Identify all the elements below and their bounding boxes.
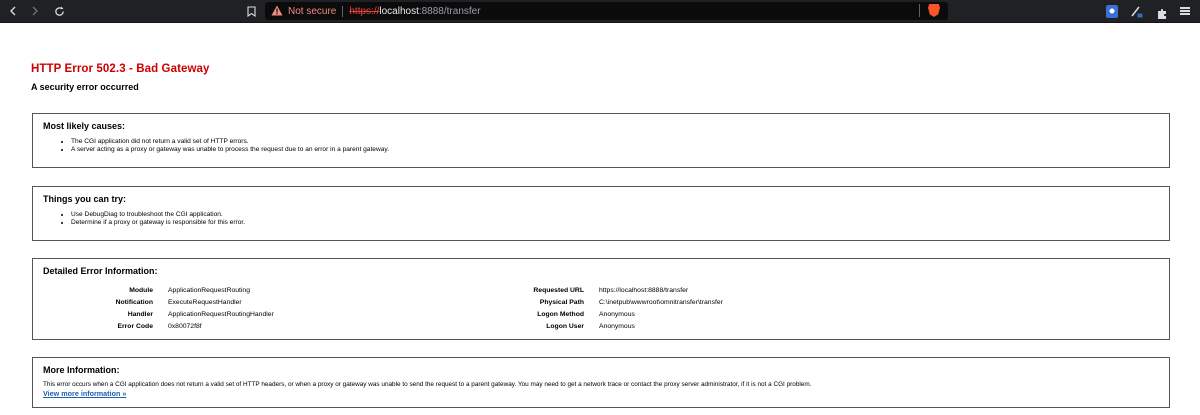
not-secure-label[interactable]: Not secure: [288, 6, 336, 17]
detail-value: C:\inetpub\wwwroot\omnitransfer\transfer: [599, 299, 723, 306]
detail-table-right: Requested URL https://localhost:8888/tra…: [483, 285, 723, 333]
browser-menu-icon[interactable]: [1180, 5, 1190, 17]
causes-heading: Most likely causes:: [43, 121, 126, 131]
detail-row-module: Module ApplicationRequestRouting: [43, 285, 274, 297]
address-separator: [342, 5, 344, 17]
detail-value: ExecuteRequestHandler: [168, 299, 242, 306]
detail-table-left: Module ApplicationRequestRouting Notific…: [43, 285, 274, 333]
detail-key: Module: [129, 287, 153, 294]
warning-triangle-icon: [271, 5, 283, 17]
extension-shield-icon[interactable]: [1106, 4, 1118, 18]
more-info-heading: More Information:: [43, 365, 120, 375]
forward-button[interactable]: [26, 2, 44, 20]
list-item: A server acting as a proxy or gateway wa…: [71, 146, 389, 154]
extensions-area: [1106, 4, 1190, 19]
browser-toolbar: Not secure https:// localhost :8888/tran…: [0, 0, 1200, 23]
forward-arrow-icon: [32, 6, 38, 16]
detail-value: Anonymous: [599, 311, 635, 318]
detail-row-physical-path: Physical Path C:\inetpub\wwwroot\omnitra…: [483, 297, 723, 309]
detail-key: Handler: [127, 311, 153, 318]
reload-icon: [54, 5, 64, 16]
try-list: Use DebugDiag to troubleshoot the CGI ap…: [71, 211, 245, 227]
detail-row-requested-url: Requested URL https://localhost:8888/tra…: [483, 285, 723, 297]
detail-key: Physical Path: [539, 299, 584, 306]
back-arrow-icon: [10, 6, 16, 16]
address-bar[interactable]: Not secure https:// localhost :8888/tran…: [265, 2, 948, 20]
causes-section: Most likely causes: The CGI application …: [32, 113, 1170, 168]
detail-row-notification: Notification ExecuteRequestHandler: [43, 297, 274, 309]
reload-button[interactable]: [50, 2, 68, 20]
list-item: Determine if a proxy or gateway is respo…: [71, 219, 245, 227]
url-host: localhost: [379, 5, 419, 17]
try-heading: Things you can try:: [43, 194, 127, 204]
detail-row-error-code: Error Code 0x80072f8f: [43, 321, 274, 333]
list-item: The CGI application did not return a val…: [71, 138, 389, 146]
view-more-link[interactable]: View more information »: [43, 389, 126, 398]
detail-key: Error Code: [117, 323, 153, 330]
detail-key: Logon User: [546, 323, 584, 330]
extension-pen-icon[interactable]: [1130, 4, 1144, 18]
brave-shields-icon[interactable]: [928, 4, 940, 17]
back-button[interactable]: [4, 2, 22, 20]
detail-key: Logon Method: [537, 311, 584, 318]
address-end-divider: [919, 4, 920, 17]
detail-key: Notification: [115, 299, 153, 306]
error-title: HTTP Error 502.3 - Bad Gateway: [31, 63, 210, 75]
causes-list: The CGI application did not return a val…: [71, 138, 389, 154]
detail-section: Detailed Error Information: Module Appli…: [32, 258, 1170, 340]
detail-value: https://localhost:8888/transfer: [599, 287, 689, 294]
detail-heading: Detailed Error Information:: [43, 266, 158, 276]
detail-value: ApplicationRequestRouting: [168, 287, 250, 294]
extensions-puzzle-icon[interactable]: [1156, 5, 1168, 19]
detail-value: ApplicationRequestRoutingHandler: [168, 311, 274, 318]
detail-value: Anonymous: [599, 323, 635, 330]
detail-row-logon-method: Logon Method Anonymous: [483, 309, 723, 321]
detail-key: Requested URL: [533, 287, 584, 294]
try-section: Things you can try: Use DebugDiag to tro…: [32, 186, 1170, 241]
error-subtitle: A security error occurred: [31, 82, 139, 92]
list-item: Use DebugDiag to troubleshoot the CGI ap…: [71, 211, 245, 219]
detail-row-handler: Handler ApplicationRequestRoutingHandler: [43, 309, 274, 321]
detail-value: 0x80072f8f: [168, 323, 202, 330]
detail-row-logon-user: Logon User Anonymous: [483, 321, 723, 333]
bookmark-button[interactable]: [244, 4, 258, 19]
more-info-text: This error occurs when a CGI application…: [43, 381, 812, 388]
url-scheme: https://: [349, 5, 380, 17]
url-path: :8888/transfer: [418, 5, 481, 17]
bookmark-icon: [246, 6, 256, 17]
more-info-section: More Information: This error occurs when…: [32, 357, 1170, 408]
